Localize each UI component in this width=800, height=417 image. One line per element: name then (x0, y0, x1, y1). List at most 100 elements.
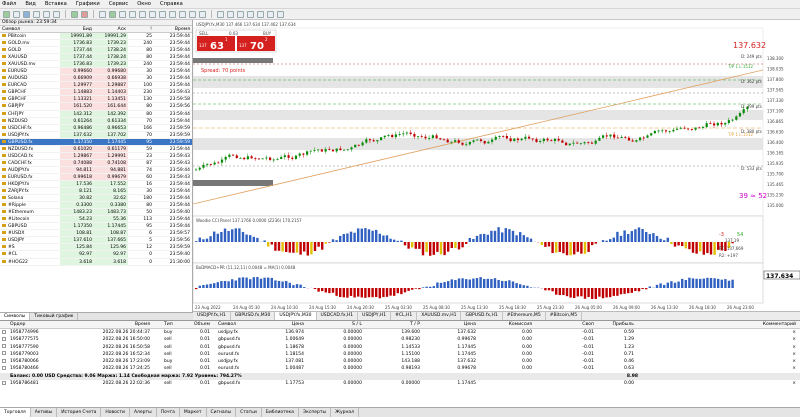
market-watch-row[interactable]: #Ethereum 1483.23 1483.73 50 23:59:40 (0, 209, 192, 217)
close-order-icon[interactable]: × (636, 365, 800, 372)
chart-tab[interactable]: #Ethereum,M5 (503, 312, 546, 320)
new-chart-icon[interactable] (3, 10, 10, 18)
terminal-tab[interactable]: Сигналы (207, 408, 237, 417)
market-watch-row[interactable]: GOLD 1737.44 1738.24 80 23:59:44 (0, 47, 192, 55)
menu-charts[interactable]: Графики (76, 1, 100, 7)
menu-view[interactable]: Вид (25, 1, 36, 7)
navigator-icon[interactable] (33, 10, 40, 18)
text-tool-icon[interactable] (267, 10, 274, 18)
candlestick-icon[interactable] (109, 10, 116, 18)
market-watch-row[interactable]: GBPJPY 161.520 161.644 80 23:59:56 (0, 103, 192, 111)
col-symbol[interactable]: Символ (212, 321, 258, 328)
col-volume[interactable]: Объем (184, 321, 212, 328)
order-row[interactable]: 1958780066 2022.08.26 17:23:09 buy 0.01 usdj… (0, 358, 800, 365)
col-commission[interactable]: Комиссия (478, 321, 534, 328)
price-chart[interactable]: SELL BUY 0.03 137 63 1 137 70 2 USDJPY.f… (192, 20, 800, 311)
market-watch-row[interactable]: ZARJPY.fx 8.121 8.165 30 23:59:44 (0, 188, 192, 196)
chart-tab[interactable]: GBPUSD.fx,M30 (231, 312, 276, 320)
market-watch-row[interactable]: Solana 30.82 32.62 180 23:59:44 (0, 195, 192, 203)
market-watch-row[interactable]: #Ripple 0.3300 0.3380 80 23:59:44 (0, 202, 192, 210)
col-sl[interactable]: S / L (306, 321, 364, 328)
market-watch-row[interactable]: NZDUSD 0.61264 0.61334 70 23:59:44 (0, 117, 192, 125)
terminal-tab[interactable]: Библиотека (262, 408, 300, 417)
col-time[interactable]: Время (154, 26, 192, 32)
market-watch-row[interactable]: #USDX 108.81 108.87 6 23:59:57 (0, 230, 192, 238)
line-chart-icon[interactable] (119, 10, 126, 18)
tab-symbols[interactable]: Символы (0, 313, 31, 320)
terminal-tab[interactable]: История Счета (57, 408, 102, 417)
col-tp[interactable]: T / P (364, 321, 422, 328)
chart-tab[interactable]: XAUUSD.mv,H1 (417, 312, 462, 320)
market-watch-row[interactable]: #Litecoin 54.23 55.36 113 23:59:44 (0, 216, 192, 224)
market-watch-row[interactable]: CADCHF.fx 0.74088 0.74108 87 23:59:43 (0, 159, 192, 167)
autoscroll-icon[interactable] (159, 10, 166, 18)
close-order-icon[interactable]: × (636, 351, 800, 358)
market-watch-row[interactable]: #CL 92.97 92.97 0 23:59:40 (0, 251, 192, 259)
market-watch-row[interactable]: XAUUSD.mv 1736.83 1739.23 240 23:59:44 (0, 61, 192, 69)
market-watch-row[interactable]: GBPCHF 1.13321 1.13451 130 23:59:58 (0, 96, 192, 104)
market-watch-row[interactable]: CHFJPY 142.312 142.392 80 23:59:44 (0, 110, 192, 118)
terminal-tab[interactable]: Журнал (331, 408, 360, 417)
market-watch-row[interactable]: AUDUSD 0.66909 0.66938 30 23:59:44 (0, 75, 192, 83)
zoom-out-icon[interactable] (139, 10, 146, 18)
market-watch-row[interactable]: EURUSD 0.99660 0.99680 30 23:59:44 (0, 68, 192, 76)
col-current-price[interactable]: Цена (422, 321, 478, 328)
terminal-tab[interactable]: Почта (157, 408, 180, 417)
market-watch-row[interactable]: PBitcoin 19991.89 19991.29 25 23:59:44 (0, 33, 192, 41)
label-tool-icon[interactable] (277, 10, 284, 18)
chart-window[interactable]: SELL BUY 0.03 137 63 1 137 70 2 USDJPY.f… (192, 20, 800, 311)
col-type[interactable]: Тип (154, 321, 184, 328)
horizontal-line-icon[interactable] (247, 10, 254, 18)
market-watch-row[interactable]: GBPCHF 1.14883 1.14403 230 23:59:43 (0, 89, 192, 97)
market-watch-row[interactable]: NZDUSD.fx 0.61020 0.61179 59 23:59:44 (0, 145, 192, 153)
col-spread[interactable]: ! (128, 26, 154, 32)
terminal-tab[interactable]: Новости (101, 408, 130, 417)
tile-windows-icon[interactable] (149, 10, 156, 18)
col-bid[interactable]: Бид (60, 26, 94, 32)
order-row[interactable]: 1958780466 2022.08.26 17:24:25 sell 0.01 eur… (0, 365, 800, 372)
order-row[interactable]: 1958774996 2022.08.26 20:44:37 buy 0.01 usdj… (0, 329, 800, 336)
new-order-icon[interactable] (71, 10, 78, 18)
tab-tick-chart[interactable]: Тиковый график (30, 313, 79, 320)
market-watch-icon[interactable] (23, 10, 30, 18)
strategy-tester-icon[interactable] (53, 10, 60, 18)
chart-shift-icon[interactable] (169, 10, 176, 18)
menu-tools[interactable]: Сервис (109, 1, 128, 7)
col-comment[interactable]: Комментарий (636, 321, 800, 328)
terminal-tab[interactable]: Эксперты (299, 408, 332, 417)
chart-tab[interactable]: USDJPY,H1 (358, 312, 392, 320)
terminal-tab[interactable]: Торговля (0, 408, 31, 417)
market-watch-row[interactable]: GBPUSD.fx 1.17350 1.17445 95 23:59:59 (0, 138, 192, 146)
close-order-icon[interactable]: × (636, 358, 800, 365)
vertical-line-icon[interactable] (237, 10, 244, 18)
terminal-tab[interactable]: Алерты (130, 408, 157, 417)
bar-chart-icon[interactable] (99, 10, 106, 18)
menu-file[interactable]: Файл (2, 1, 16, 7)
market-watch-row[interactable]: EURUSD.fx 0.99618 0.99679 60 23:59:43 (0, 173, 192, 181)
market-watch-row[interactable]: USDJPY.fx 137.632 137.702 70 23:59:59 (0, 131, 192, 139)
chart-tab[interactable]: USDJPY.fx,H1 (193, 312, 231, 320)
autotrading-icon[interactable] (81, 10, 88, 18)
order-row[interactable]: 1958786481 2022.08.26 22:02:36 sell 0.01 gbp… (0, 380, 800, 387)
chart-tab[interactable]: USDJPY.fx,M30 (275, 312, 317, 320)
trendline-icon[interactable] (257, 10, 264, 18)
chart-tab[interactable]: GBPUSD.fx,H1 (461, 312, 503, 320)
col-ask[interactable]: Аск (94, 26, 128, 32)
close-order-icon[interactable]: × (636, 336, 800, 343)
crosshair-icon[interactable] (227, 10, 234, 18)
terminal-tab[interactable]: Маркет (180, 408, 207, 417)
market-watch-row[interactable]: GBPUSD 1.17350 1.17445 95 23:59:44 (0, 223, 192, 231)
close-order-icon[interactable]: × (636, 380, 800, 387)
periods-icon[interactable] (189, 10, 196, 18)
menu-help[interactable]: Справка (160, 1, 183, 7)
market-watch-row[interactable]: HKDJPY.fx 17.536 17.552 16 23:59:44 (0, 180, 192, 189)
profiles-icon[interactable] (13, 10, 20, 18)
col-time[interactable]: Время (64, 321, 154, 328)
col-price[interactable]: Цена (258, 321, 306, 328)
col-swap[interactable]: Своп (534, 321, 596, 328)
terminal-tab[interactable]: Активы (31, 408, 58, 417)
terminal-icon[interactable] (43, 10, 50, 18)
chart-tab[interactable]: USDCAD.fx,H1 (317, 312, 359, 320)
templates-icon[interactable] (199, 10, 206, 18)
order-row[interactable]: 1958779003 2022.08.26 16:52:34 sell 0.01 eur… (0, 351, 800, 358)
